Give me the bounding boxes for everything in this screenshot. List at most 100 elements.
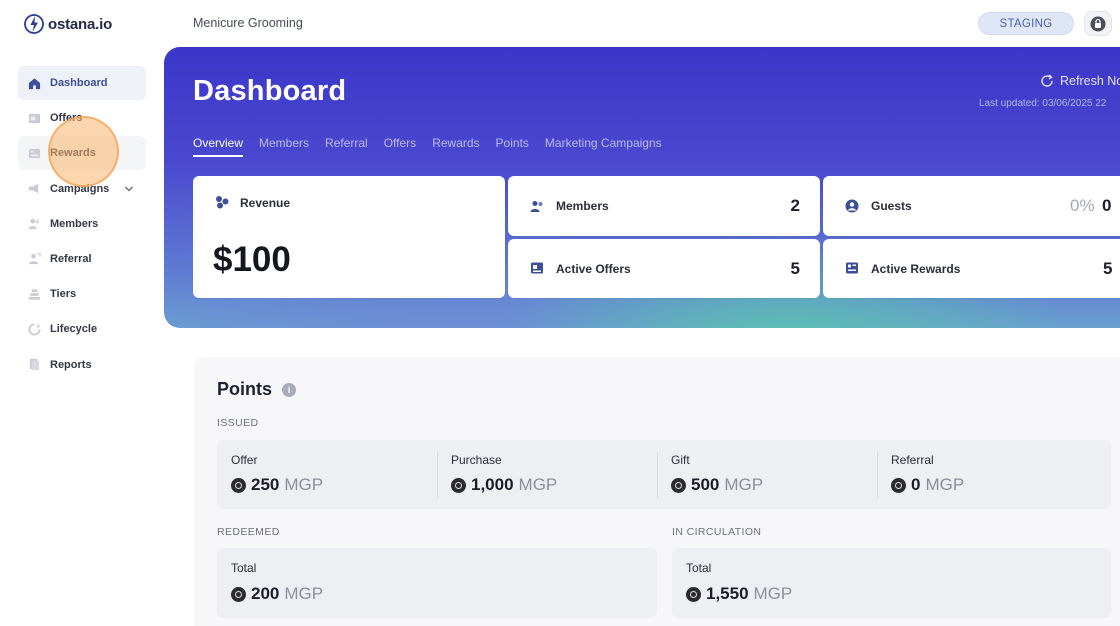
stat-value: 200 MGP (231, 584, 323, 604)
tiers-icon (28, 289, 41, 300)
revenue-card[interactable]: Revenue $100 (193, 176, 505, 298)
lifecycle-icon (28, 323, 41, 336)
issued-offer-stat: Offer 250 MGP (217, 440, 437, 509)
points-title: Points (217, 379, 273, 399)
sidebar-item-label: Members (50, 217, 99, 230)
coin-icon (671, 477, 686, 493)
active-offers-card[interactable]: Active Offers 5 (508, 239, 820, 298)
redeemed-label: REDEEMED (217, 526, 280, 538)
stat-number: 1,000 (471, 475, 514, 494)
revenue-value: $100 (213, 240, 291, 279)
sidebar-item-tiers[interactable]: Tiers (18, 277, 146, 311)
stat-unit: MGP (753, 584, 793, 603)
sidebar-nav: Dashboard Offers Rewards Campaigns Membe… (18, 66, 146, 383)
tab-rewards[interactable]: Rewards (432, 136, 479, 157)
members-label: Members (556, 199, 609, 213)
campaign-icon (28, 183, 39, 194)
sidebar-item-label: Tiers (50, 288, 77, 301)
sidebar-item-campaigns[interactable]: Campaigns (18, 172, 146, 206)
refresh-icon (1041, 74, 1053, 87)
logo-icon (24, 14, 44, 34)
active-rewards-card[interactable]: Active Rewards 5 (823, 239, 1120, 298)
info-icon[interactable]: i (282, 383, 296, 397)
stat-label: Gift (671, 453, 690, 467)
members-icon (28, 219, 40, 230)
sidebar-item-members[interactable]: Members (18, 207, 146, 241)
referral-icon (28, 253, 41, 265)
guests-label: Guests (871, 199, 912, 213)
stat-number: 250 (251, 475, 280, 494)
stat-label: Referral (891, 453, 934, 467)
logo-text: ostana.io (48, 15, 113, 33)
in-circulation-label: IN CIRCULATION (672, 526, 762, 538)
sidebar-item-label: Lifecycle (50, 323, 98, 336)
tab-members[interactable]: Members (259, 136, 309, 157)
stat-label: Total (686, 561, 712, 575)
stat-unit: MGP (284, 475, 324, 494)
offer-icon (531, 262, 543, 274)
members-card[interactable]: Members 2 (508, 176, 820, 236)
sidebar-item-lifecycle[interactable]: Lifecycle (18, 312, 146, 346)
sidebar-item-label: Referral (50, 252, 92, 265)
sidebar-item-label: Offers (50, 112, 83, 125)
stat-unit: MGP (518, 475, 558, 494)
sidebar-item-referral[interactable]: Referral (18, 242, 146, 276)
stat-number: 1,550 (706, 584, 749, 603)
revenue-icon (216, 196, 229, 209)
active-offers-value: 5 (790, 259, 800, 278)
guests-card[interactable]: Guests 0% 0 (823, 176, 1120, 236)
sidebar-item-reports[interactable]: Reports (18, 348, 146, 382)
stat-value: 500 MGP (671, 475, 763, 495)
chevron-down-icon[interactable] (124, 184, 134, 194)
members-value: 2 (790, 196, 800, 215)
stat-value: 1,000 MGP (451, 475, 557, 495)
dashboard-tabs: Overview Members Referral Offers Rewards… (193, 136, 678, 157)
guest-avatar-icon (845, 199, 859, 213)
sidebar-item-label: Campaigns (50, 182, 110, 195)
reports-icon (29, 358, 40, 371)
environment-badge-button[interactable]: STAGING (978, 12, 1074, 35)
sidebar: ostana.io Dashboard Offers Rewards Campa… (0, 0, 164, 626)
stat-label: Offer (231, 453, 258, 467)
last-updated-text: Last updated: 03/06/2025 22 (979, 98, 1107, 109)
tab-overview[interactable]: Overview (193, 136, 244, 157)
stat-number: 200 (251, 584, 280, 603)
stat-number: 0 (911, 475, 921, 494)
sidebar-item-label: Reports (50, 358, 92, 371)
offer-icon (28, 113, 41, 123)
issued-gift-stat: Gift 500 MGP (657, 440, 877, 509)
stat-value: 250 MGP (231, 475, 323, 495)
sidebar-item-rewards[interactable]: Rewards (18, 136, 146, 171)
tab-referral[interactable]: Referral (325, 136, 368, 157)
sidebar-item-offers[interactable]: Offers (18, 101, 146, 135)
guests-percent: 0% (1070, 196, 1095, 215)
stat-value: 0 MGP (891, 475, 964, 495)
stat-unit: MGP (925, 475, 965, 494)
refresh-label: Refresh No (1060, 74, 1120, 88)
user-menu-button[interactable] (1084, 11, 1112, 36)
members-icon (530, 201, 543, 212)
org-name: Menicure Grooming (193, 16, 303, 30)
coin-icon (231, 477, 246, 493)
reward-icon (846, 262, 858, 274)
coin-icon (686, 586, 701, 602)
sidebar-item-label: Dashboard (50, 77, 108, 89)
sidebar-item-label: Rewards (50, 147, 96, 160)
tab-offers[interactable]: Offers (384, 136, 416, 157)
page-title: Dashboard (193, 75, 347, 107)
reward-icon (28, 148, 41, 159)
issued-purchase-stat: Purchase 1,000 MGP (437, 440, 657, 509)
coin-icon (451, 477, 466, 493)
refresh-button[interactable]: Refresh No (1040, 74, 1120, 88)
tab-points[interactable]: Points (496, 136, 529, 157)
redeemed-points-box: Total 200 MGP (217, 548, 657, 618)
points-panel: Points i ISSUED Offer 250 MGP Purchase 1… (194, 357, 1120, 626)
logo[interactable]: ostana.io (24, 13, 112, 35)
circulation-points-box: Total 1,550 MGP (672, 548, 1111, 618)
stat-unit: MGP (284, 584, 324, 603)
issued-label: ISSUED (217, 417, 259, 429)
sidebar-item-dashboard[interactable]: Dashboard (18, 66, 146, 100)
coin-icon (891, 477, 906, 493)
stat-label: Purchase (451, 453, 502, 467)
tab-marketing-campaigns[interactable]: Marketing Campaigns (545, 136, 662, 157)
